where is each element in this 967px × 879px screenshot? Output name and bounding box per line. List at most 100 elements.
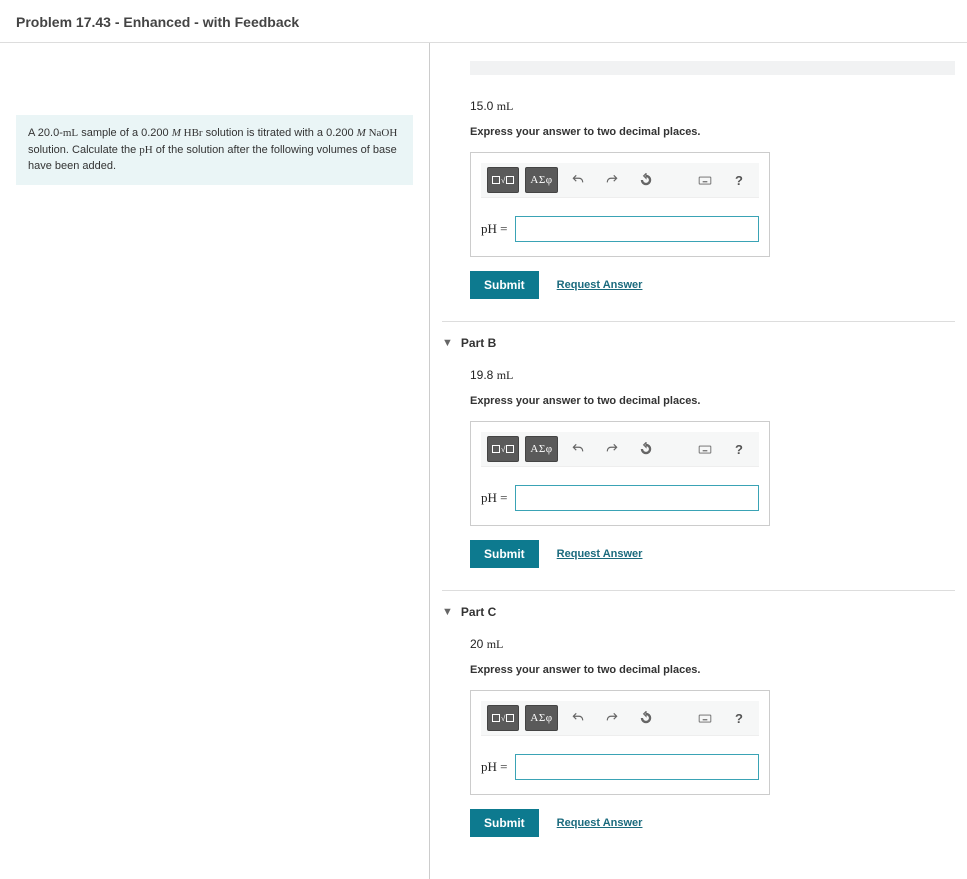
reset-button[interactable]: [632, 167, 660, 193]
greek-button[interactable]: ΑΣφ: [525, 167, 557, 193]
action-row: Submit Request Answer: [470, 809, 955, 837]
instruction-text: Express your answer to two decimal place…: [470, 395, 955, 407]
caret-down-icon: ▼: [442, 337, 453, 349]
submit-button[interactable]: Submit: [470, 809, 539, 837]
answer-row: pH =: [481, 485, 759, 511]
redo-button[interactable]: [598, 167, 626, 193]
part-a: 15.0 mL Express your answer to two decim…: [442, 61, 955, 299]
editor-toolbar: √ ΑΣφ: [481, 432, 759, 467]
keyboard-button[interactable]: [691, 167, 719, 193]
part-header[interactable]: ▼ Part B: [442, 336, 955, 350]
stmt-unit: mL: [63, 127, 78, 139]
template-icon: √: [492, 176, 514, 185]
redo-icon: [605, 442, 619, 456]
volume-number: 15.0: [470, 99, 497, 113]
stmt-chem: NaOH: [366, 127, 397, 139]
undo-button[interactable]: [564, 705, 592, 731]
stmt-text: sample of a 0.200: [78, 127, 172, 139]
keyboard-button[interactable]: [691, 705, 719, 731]
problem-statement: A 20.0-mL sample of a 0.200 M HBr soluti…: [16, 115, 413, 185]
answer-widget: √ ΑΣφ: [470, 421, 770, 526]
template-button[interactable]: √: [487, 705, 519, 731]
part-b: ▼ Part B 19.8 mL Express your answer to …: [442, 336, 955, 568]
help-button[interactable]: ?: [725, 436, 753, 462]
part-label: Part B: [461, 336, 496, 350]
right-column: 15.0 mL Express your answer to two decim…: [430, 43, 967, 879]
reset-icon: [639, 173, 653, 187]
volume-unit: mL: [497, 368, 514, 382]
answer-label: pH =: [481, 759, 507, 775]
stmt-text: solution is titrated with a 0.200: [203, 127, 357, 139]
left-column: A 20.0-mL sample of a 0.200 M HBr soluti…: [0, 43, 430, 879]
request-answer-link[interactable]: Request Answer: [557, 279, 643, 291]
template-icon: √: [492, 714, 514, 723]
part-body: 20 mL Express your answer to two decimal…: [442, 637, 955, 837]
undo-icon: [571, 173, 585, 187]
editor-toolbar: √ ΑΣφ: [481, 701, 759, 736]
editor-toolbar: √ ΑΣφ: [481, 163, 759, 198]
stmt-ph: pH: [139, 144, 152, 156]
volume-label: 19.8 mL: [470, 368, 955, 383]
template-button[interactable]: √: [487, 436, 519, 462]
answer-input[interactable]: [515, 216, 759, 242]
undo-button[interactable]: [564, 436, 592, 462]
part-label: Part C: [461, 605, 496, 619]
answer-label: pH =: [481, 490, 507, 506]
keyboard-icon: [698, 173, 712, 187]
reset-button[interactable]: [632, 436, 660, 462]
template-button[interactable]: √: [487, 167, 519, 193]
answer-row: pH =: [481, 754, 759, 780]
answer-label: pH =: [481, 221, 507, 237]
redo-button[interactable]: [598, 436, 626, 462]
part-header[interactable]: ▼ Part C: [442, 605, 955, 619]
main-layout: A 20.0-mL sample of a 0.200 M HBr soluti…: [0, 43, 967, 879]
action-row: Submit Request Answer: [470, 271, 955, 299]
undo-icon: [571, 711, 585, 725]
keyboard-icon: [698, 442, 712, 456]
stmt-var: M: [357, 127, 366, 139]
reset-icon: [639, 711, 653, 725]
submit-button[interactable]: Submit: [470, 540, 539, 568]
answer-row: pH =: [481, 216, 759, 242]
page-title: Problem 17.43 - Enhanced - with Feedback: [0, 0, 967, 43]
stmt-text: A 20.0-: [28, 127, 63, 139]
part-divider: [442, 321, 955, 322]
keyboard-button[interactable]: [691, 436, 719, 462]
undo-icon: [571, 442, 585, 456]
instruction-text: Express your answer to two decimal place…: [470, 126, 955, 138]
help-button[interactable]: ?: [725, 167, 753, 193]
undo-button[interactable]: [564, 167, 592, 193]
keyboard-icon: [698, 711, 712, 725]
greek-button[interactable]: ΑΣφ: [525, 436, 557, 462]
reset-button[interactable]: [632, 705, 660, 731]
answer-widget: √ ΑΣφ: [470, 152, 770, 257]
template-icon: √: [492, 445, 514, 454]
redo-icon: [605, 173, 619, 187]
greek-button[interactable]: ΑΣφ: [525, 705, 557, 731]
redo-button[interactable]: [598, 705, 626, 731]
request-answer-link[interactable]: Request Answer: [557, 817, 643, 829]
stmt-text: solution. Calculate the: [28, 144, 139, 156]
part-body: 15.0 mL Express your answer to two decim…: [442, 99, 955, 299]
part-body: 19.8 mL Express your answer to two decim…: [442, 368, 955, 568]
redo-icon: [605, 711, 619, 725]
submit-button[interactable]: Submit: [470, 271, 539, 299]
caret-down-icon: ▼: [442, 606, 453, 618]
volume-number: 20: [470, 637, 487, 651]
stmt-var: M: [172, 127, 181, 139]
part-grey-bar: [470, 61, 955, 75]
volume-label: 20 mL: [470, 637, 955, 652]
volume-unit: mL: [487, 637, 504, 651]
request-answer-link[interactable]: Request Answer: [557, 548, 643, 560]
answer-input[interactable]: [515, 754, 759, 780]
help-button[interactable]: ?: [725, 705, 753, 731]
part-c: ▼ Part C 20 mL Express your answer to tw…: [442, 605, 955, 837]
action-row: Submit Request Answer: [470, 540, 955, 568]
volume-unit: mL: [497, 99, 514, 113]
instruction-text: Express your answer to two decimal place…: [470, 664, 955, 676]
answer-input[interactable]: [515, 485, 759, 511]
volume-number: 19.8: [470, 368, 497, 382]
volume-label: 15.0 mL: [470, 99, 955, 114]
answer-widget: √ ΑΣφ: [470, 690, 770, 795]
stmt-chem: HBr: [181, 127, 203, 139]
